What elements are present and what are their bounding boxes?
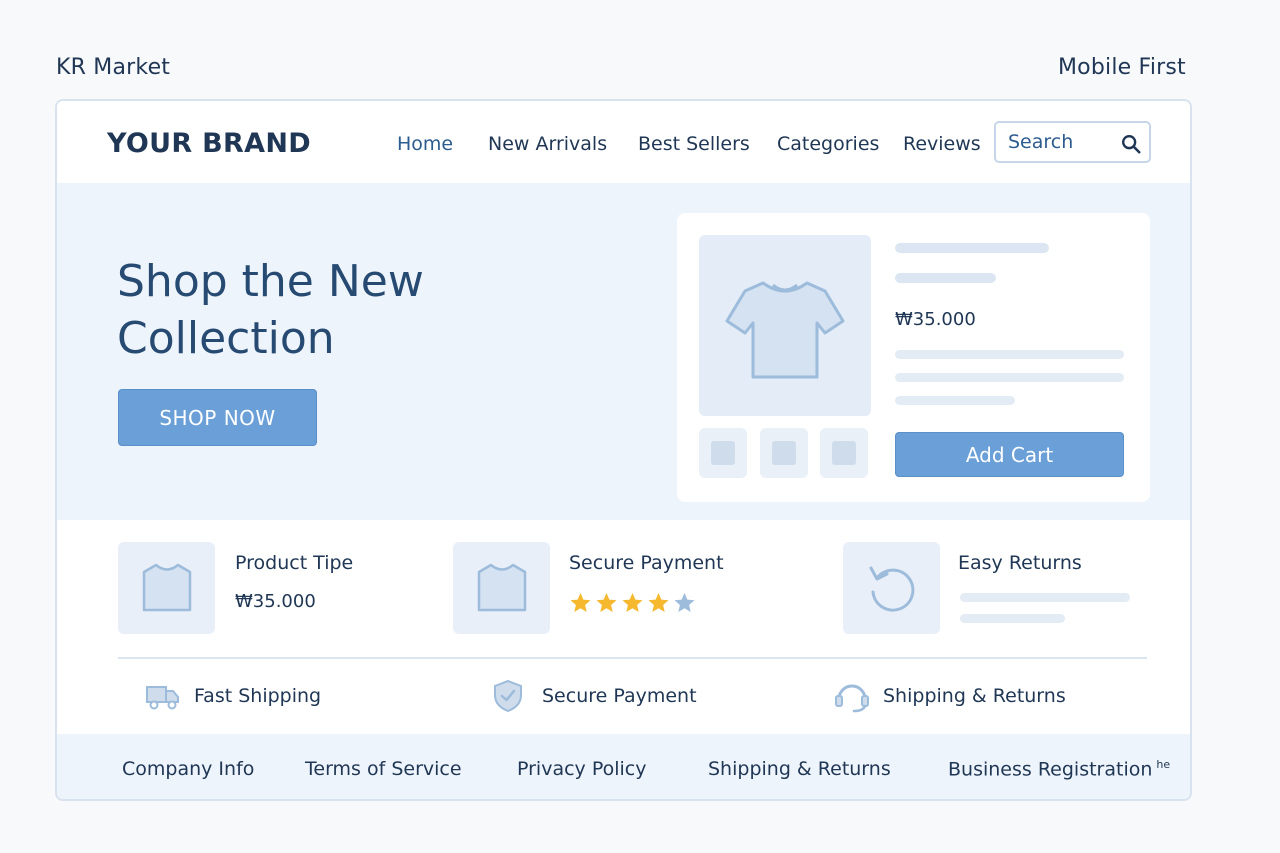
return-arrow-icon <box>869 566 915 612</box>
placeholder-line <box>960 614 1065 623</box>
footer-link-privacy[interactable]: Privacy Policy <box>517 758 646 780</box>
search-input[interactable] <box>1008 131 1108 153</box>
product-price: ₩35.000 <box>895 309 976 330</box>
truck-icon <box>146 686 179 710</box>
placeholder-line <box>895 350 1124 359</box>
badge-label: Secure Payment <box>542 685 697 707</box>
feature-title: Product Tipe <box>235 552 354 574</box>
star-filled-icon <box>648 593 669 612</box>
hero-title: Shop the New Collection <box>117 253 537 367</box>
shield-check-icon <box>494 679 522 713</box>
hero-title-line1: Shop the New <box>117 256 424 307</box>
footer-trailing-text: he <box>1156 758 1171 771</box>
footer-link-shipping-returns[interactable]: Shipping & Returns <box>708 758 891 780</box>
feature-tile <box>453 542 550 634</box>
hero-section: Shop the New Collection SHOP NOW ₩35.000… <box>57 183 1190 520</box>
tshirt-icon <box>477 563 527 612</box>
product-card: ₩35.000 Add Cart <box>677 213 1150 502</box>
placeholder-line <box>895 243 1049 253</box>
product-thumbnail[interactable] <box>699 428 747 478</box>
nav-best-sellers[interactable]: Best Sellers <box>638 133 750 155</box>
site-header: YOUR BRAND Home New Arrivals Best Seller… <box>57 101 1190 183</box>
tshirt-icon <box>725 281 845 379</box>
site-footer: Company Info Terms of Service Privacy Po… <box>57 734 1190 799</box>
footer-link-label: Business Registration <box>948 758 1153 781</box>
nav-home[interactable]: Home <box>397 133 453 155</box>
feature-tile <box>843 542 940 634</box>
brand-logo[interactable]: YOUR BRAND <box>107 128 311 159</box>
search-icon[interactable] <box>1120 133 1142 155</box>
product-thumbnail[interactable] <box>820 428 868 478</box>
browser-frame: YOUR BRAND Home New Arrivals Best Seller… <box>55 99 1192 801</box>
shop-now-button[interactable]: SHOP NOW <box>118 389 317 446</box>
nav-new-arrivals[interactable]: New Arrivals <box>488 133 607 155</box>
feature-title: Easy Returns <box>958 552 1082 574</box>
nav-categories[interactable]: Categories <box>777 133 879 155</box>
footer-link-terms[interactable]: Terms of Service <box>305 758 462 780</box>
badge-label: Shipping & Returns <box>883 685 1066 707</box>
product-image[interactable] <box>699 235 871 416</box>
add-cart-button[interactable]: Add Cart <box>895 432 1124 477</box>
headset-icon <box>835 684 869 713</box>
star-filled-icon <box>570 593 591 612</box>
footer-link-company-info[interactable]: Company Info <box>122 758 254 780</box>
feature-tile <box>118 542 215 634</box>
hero-title-line2: Collection <box>117 313 335 364</box>
nav-reviews[interactable]: Reviews <box>903 133 981 155</box>
tshirt-icon <box>142 563 192 612</box>
search-box <box>994 121 1151 163</box>
product-thumbnail[interactable] <box>760 428 808 478</box>
star-filled-icon <box>622 593 643 612</box>
badge-label: Fast Shipping <box>194 685 322 707</box>
divider <box>118 657 1147 659</box>
feature-title: Secure Payment <box>569 552 724 574</box>
site-label: KR Market <box>56 55 171 80</box>
star-filled-icon <box>596 593 617 612</box>
feature-price: ₩35.000 <box>235 591 316 612</box>
star-empty-icon <box>674 593 695 612</box>
placeholder-line <box>960 593 1130 602</box>
placeholder-line <box>895 396 1015 405</box>
layout-label: Mobile First <box>1058 55 1186 80</box>
star-rating <box>568 591 697 615</box>
placeholder-line <box>895 273 996 283</box>
placeholder-line <box>895 373 1124 382</box>
footer-link-business-registration[interactable]: Business Registration he <box>948 758 1170 780</box>
